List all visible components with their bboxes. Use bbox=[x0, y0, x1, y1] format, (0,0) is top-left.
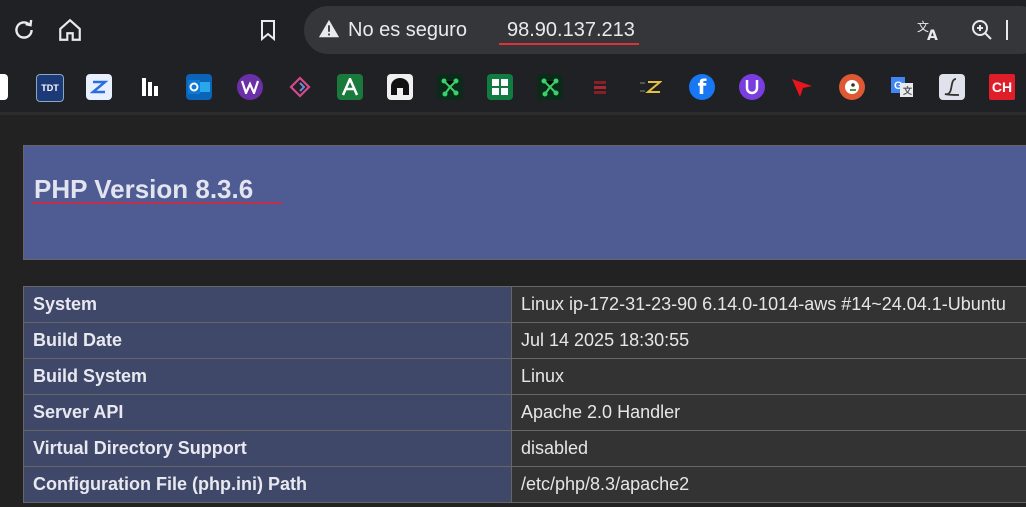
address-bar[interactable]: No es seguro 98.90.137.213 文A bbox=[304, 6, 1026, 54]
bookmark-arch-icon[interactable] bbox=[387, 74, 413, 100]
translate-icon[interactable]: 文A bbox=[916, 18, 942, 47]
page-title: PHP Version 8.3.6 bbox=[34, 174, 253, 205]
bookmark-ch-icon[interactable]: CH bbox=[989, 74, 1015, 100]
row-value: Jul 14 2025 18:30:55 bbox=[512, 323, 1026, 359]
table-row: Build SystemLinux bbox=[24, 359, 1026, 395]
table-row: Virtual Directory Supportdisabled bbox=[24, 431, 1026, 467]
bookmark-outlook-icon[interactable] bbox=[186, 74, 212, 100]
row-key: Configuration File (php.ini) Path bbox=[24, 467, 512, 503]
page-content: PHP Version 8.3.6 SystemLinux ip-172-31-… bbox=[0, 112, 1026, 507]
tdt-label: TDT bbox=[41, 83, 59, 93]
bookmark-l-script-icon[interactable] bbox=[939, 74, 965, 100]
bookmark-nodes-icon[interactable] bbox=[437, 74, 463, 100]
row-value: /etc/php/8.3/apache2 bbox=[512, 467, 1026, 503]
url-text[interactable]: 98.90.137.213 bbox=[507, 19, 635, 42]
svg-text:文: 文 bbox=[902, 85, 913, 97]
table-row: Build DateJul 14 2025 18:30:55 bbox=[24, 323, 1026, 359]
svg-text:A: A bbox=[927, 28, 938, 42]
warning-triangle-icon[interactable] bbox=[318, 18, 340, 45]
php-info-table: SystemLinux ip-172-31-23-90 6.14.0-1014-… bbox=[23, 286, 1026, 503]
bookmark-google-translate-icon[interactable]: G文 bbox=[889, 74, 915, 100]
php-version-header: PHP Version 8.3.6 bbox=[23, 145, 1026, 260]
table-row: Server APIApache 2.0 Handler bbox=[24, 395, 1026, 431]
row-key: Virtual Directory Support bbox=[24, 431, 512, 467]
bookmark-tdt-icon[interactable]: TDT bbox=[36, 74, 64, 102]
spellcheck-underline bbox=[499, 43, 639, 45]
omnibox-separator bbox=[1006, 20, 1008, 40]
row-value: Linux ip-172-31-23-90 6.14.0-1014-aws #1… bbox=[512, 287, 1026, 323]
bookmark-star-icon[interactable] bbox=[250, 12, 286, 48]
bookmark-excel-icon[interactable] bbox=[487, 74, 513, 100]
bookmark-red-arrow-icon[interactable] bbox=[789, 74, 815, 100]
bookmark-zoho-icon[interactable] bbox=[86, 74, 112, 100]
table-row: SystemLinux ip-172-31-23-90 6.14.0-1014-… bbox=[24, 287, 1026, 323]
bookmark-red-stack-icon[interactable] bbox=[587, 74, 613, 100]
bookmark-partial-icon[interactable] bbox=[0, 74, 8, 100]
row-value: Apache 2.0 Handler bbox=[512, 395, 1026, 431]
row-key: System bbox=[24, 287, 512, 323]
security-status-label[interactable]: No es seguro bbox=[348, 19, 467, 42]
bookmark-facebook-icon[interactable]: f bbox=[689, 74, 715, 100]
bookmark-bars-icon[interactable] bbox=[137, 74, 163, 100]
bookmarks-bar: TDT f G文 C bbox=[0, 62, 1026, 112]
bookmark-w-icon[interactable] bbox=[237, 74, 263, 100]
bookmark-duckduckgo-icon[interactable] bbox=[839, 74, 865, 100]
bookmark-z-list-icon[interactable] bbox=[637, 74, 663, 100]
row-key: Build Date bbox=[24, 323, 512, 359]
reload-icon[interactable] bbox=[6, 12, 42, 48]
zoom-in-icon[interactable] bbox=[970, 18, 994, 47]
home-icon[interactable] bbox=[52, 12, 88, 48]
bookmark-nodes-icon-2[interactable] bbox=[537, 74, 563, 100]
row-key: Server API bbox=[24, 395, 512, 431]
row-key: Build System bbox=[24, 359, 512, 395]
table-row: Configuration File (php.ini) Path/etc/ph… bbox=[24, 467, 1026, 503]
bookmark-diamond-icon[interactable] bbox=[287, 74, 313, 100]
row-value: Linux bbox=[512, 359, 1026, 395]
ch-label: CH bbox=[992, 79, 1012, 95]
browser-toolbar: No es seguro 98.90.137.213 文A bbox=[0, 0, 1026, 62]
spellcheck-underline bbox=[32, 202, 282, 204]
row-value: disabled bbox=[512, 431, 1026, 467]
bookmark-a-icon[interactable] bbox=[337, 74, 363, 100]
bookmark-u-icon[interactable] bbox=[739, 74, 765, 100]
